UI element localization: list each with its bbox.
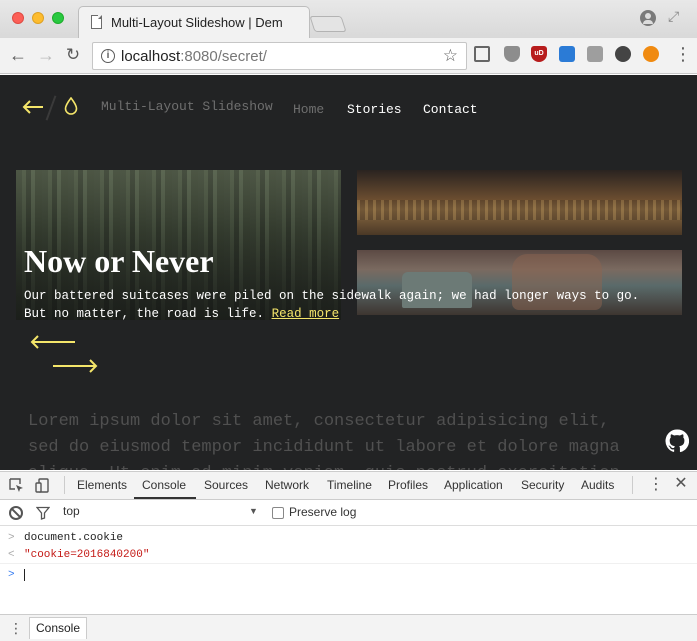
output-prompt-icon: < (8, 549, 15, 561)
input-prompt-icon: > (8, 532, 15, 544)
drawer-tab-console[interactable]: Console (29, 617, 87, 639)
devtools-menu-icon[interactable]: ⋮ (648, 477, 664, 493)
extension-orange-icon[interactable] (643, 46, 659, 62)
tab-favicon-icon (91, 15, 102, 29)
filter-icon[interactable] (36, 506, 50, 520)
drawer-menu-icon[interactable]: ⋮ (9, 621, 23, 635)
devtools-tab-network[interactable]: Network (265, 478, 309, 500)
bookmark-star-icon[interactable]: ☆ (443, 46, 458, 66)
extension-mask-icon[interactable] (615, 46, 631, 62)
devtools-tab-sources[interactable]: Sources (204, 478, 248, 500)
fullscreen-icon[interactable]: ⤢ (668, 8, 684, 24)
back-icon[interactable]: ← (8, 45, 28, 65)
forward-icon[interactable]: → (36, 45, 56, 65)
tab-title: Multi-Layout Slideshow | Dem (111, 15, 283, 30)
nav-home-link[interactable]: Home (293, 102, 324, 117)
ublock-icon[interactable]: uD (531, 46, 547, 62)
browser-menu-icon[interactable]: ⋮ (674, 44, 692, 64)
devtools-tab-application[interactable]: Application (444, 478, 503, 500)
back-arrow-icon[interactable] (22, 99, 44, 115)
context-select[interactable]: top (63, 504, 80, 518)
window-close-button[interactable] (12, 12, 24, 24)
window-maximize-button[interactable] (52, 12, 64, 24)
device-toolbar-icon[interactable] (35, 478, 50, 493)
address-bar[interactable]: i localhost:8080/secret/ ☆ (92, 42, 467, 70)
new-tab-button[interactable] (309, 16, 347, 32)
console-output-text: "cookie=2016840200" (24, 549, 150, 561)
reload-icon[interactable]: ↻ (63, 45, 83, 65)
cast-icon[interactable] (474, 46, 490, 62)
preserve-log-checkbox[interactable] (272, 507, 284, 519)
url-host: localhost (121, 48, 181, 65)
devtools-tab-elements[interactable]: Elements (77, 478, 127, 500)
extension-puzzle-icon[interactable] (587, 46, 603, 62)
profile-icon[interactable] (640, 10, 656, 26)
devtools-tab-audits[interactable]: Audits (581, 478, 614, 500)
url-text: localhost:8080/secret/ (121, 48, 267, 65)
read-more-link[interactable]: Read more (272, 307, 340, 321)
next-slide-arrow-icon[interactable] (52, 359, 98, 373)
slide-description: Our battered suitcases were piled on the… (24, 287, 644, 323)
previous-slide-arrow-icon[interactable] (30, 335, 76, 349)
devtools-drawer (0, 614, 697, 641)
site-title: Multi-Layout Slideshow (101, 99, 273, 114)
console-input-line: > document.cookie (0, 529, 697, 547)
slide-image-field (357, 170, 682, 235)
header-divider (45, 95, 57, 121)
inspect-element-icon[interactable] (9, 478, 24, 493)
drop-logo-icon[interactable] (64, 97, 78, 115)
devtools-tab-profiles[interactable]: Profiles (388, 478, 428, 500)
devtools-tab-timeline[interactable]: Timeline (327, 478, 372, 500)
toolbar-divider (64, 476, 65, 494)
chevron-down-icon[interactable]: ▼ (249, 506, 258, 516)
nav-contact-link[interactable]: Contact (423, 102, 478, 117)
window-minimize-button[interactable] (32, 12, 44, 24)
url-path: :8080/secret/ (180, 48, 267, 65)
extension-blue-icon[interactable] (559, 46, 575, 62)
preserve-log-label[interactable]: Preserve log (289, 505, 356, 519)
active-tab-indicator (134, 497, 196, 499)
lorem-paragraph: Lorem ipsum dolor sit amet, consectetur … (28, 412, 620, 470)
devtools-tab-security[interactable]: Security (521, 478, 564, 500)
web-page: Multi-Layout Slideshow Home Stories Cont… (0, 75, 697, 470)
toolbar-divider (632, 476, 633, 494)
info-icon[interactable]: i (101, 49, 115, 63)
nav-stories-link[interactable]: Stories (347, 102, 402, 117)
devtools-close-icon[interactable]: ✕ (673, 476, 689, 492)
clear-console-icon[interactable] (9, 506, 23, 520)
browser-tab-active[interactable]: Multi-Layout Slideshow | Dem (78, 6, 310, 38)
console-prompt[interactable]: > (0, 566, 697, 584)
text-caret (24, 569, 25, 581)
console-output-line: < "cookie=2016840200" (0, 546, 697, 564)
github-icon[interactable] (665, 429, 689, 453)
shield-icon[interactable] (504, 46, 520, 62)
active-prompt-icon: > (8, 569, 15, 581)
console-input-text: document.cookie (24, 532, 124, 544)
slide-title: Now or Never (24, 243, 214, 279)
